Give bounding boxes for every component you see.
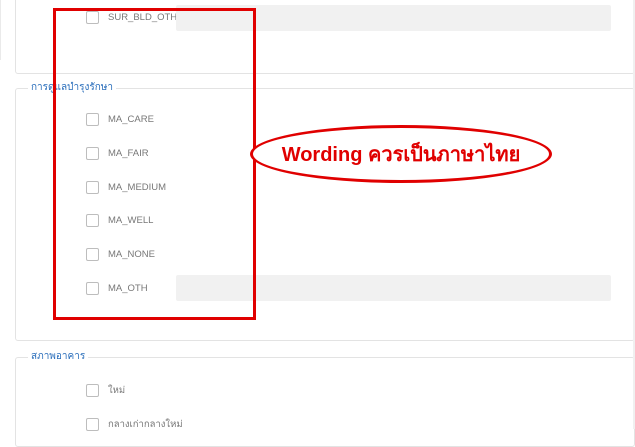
checkbox-row-new[interactable]: ใหม่ — [86, 382, 125, 398]
fieldset-building-condition — [15, 357, 635, 447]
checkbox-row-medium-age[interactable]: กลางเก่ากลางใหม่ — [86, 416, 183, 432]
checkbox[interactable] — [86, 383, 99, 397]
checkbox-label: ใหม่ — [108, 384, 126, 396]
annotation-text: Wording ควรเป็นภาษาไทย — [281, 144, 521, 166]
annotation-highlight-box — [53, 8, 256, 320]
annotation-callout: Wording ควรเป็นภาษาไทย — [250, 125, 552, 183]
checkbox-label: กลางเก่ากลางใหม่ — [108, 418, 183, 430]
page-edge — [0, 0, 1, 60]
fieldset-condition-title: สภาพอาคาร — [28, 351, 89, 363]
